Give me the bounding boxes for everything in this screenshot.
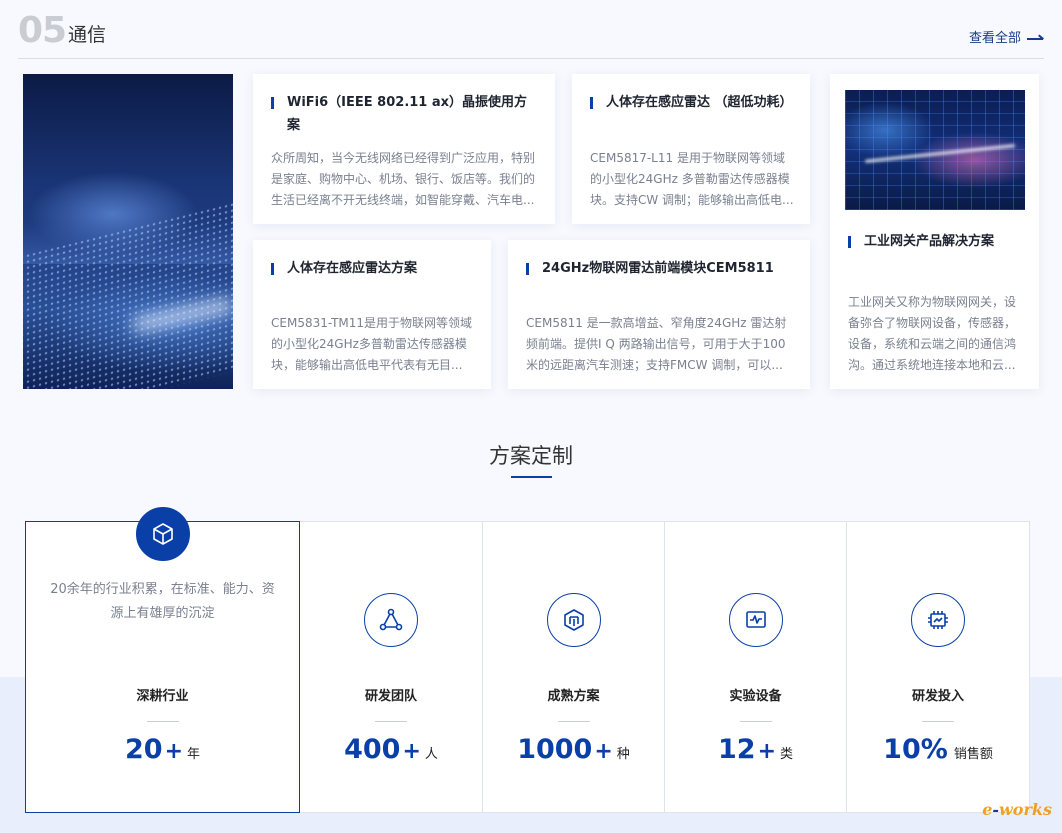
solution-card-wifi6[interactable]: WiFi6（IEEE 802.11 ax）晶振使用方案 众所周知，当今无线网络已…: [253, 74, 555, 224]
card-title: 24GHz物联网雷达前端模块CEM5811: [526, 257, 794, 280]
title-underline: [511, 476, 552, 478]
stat-label: 深耕行业: [136, 689, 189, 704]
communication-hero-image[interactable]: [23, 74, 233, 389]
card-description: CEM5811 是一款高增益、窄角度24GHz 雷达射频前端。提供I Q 两路输…: [526, 316, 787, 372]
layers-icon: [547, 593, 601, 647]
stat-value: 1000+ 种: [517, 734, 630, 765]
stat-value: 400+ 人: [344, 734, 438, 765]
solution-card-presence-radar[interactable]: 人体存在感应雷达方案 CEM5831-TM11是用于物联网等领域的小型化24GH…: [253, 240, 491, 389]
stat-label: 研发团队: [364, 689, 417, 704]
cube-icon: [136, 507, 190, 561]
solution-card-industrial-gateway[interactable]: 工业网关产品解决方案 工业网关又称为物联网网关，设备弥合了物联网设备，传感器，设…: [830, 74, 1039, 389]
card-title: 工业网关产品解决方案: [848, 230, 1023, 253]
eworks-logo: e-works: [982, 800, 1052, 819]
stat-rd-team[interactable]: 研发团队 400+ 人: [300, 522, 483, 812]
stat-label: 成熟方案: [547, 689, 600, 704]
card-description: 众所周知，当今无线网络已经得到广泛应用，特别是家庭、购物中心、机场、银行、饭店等…: [271, 151, 536, 207]
network-icon: [364, 593, 418, 647]
stat-lab-equipment[interactable]: 实验设备 12+ 类: [665, 522, 847, 812]
stat-divider: [740, 721, 772, 722]
stat-divider: [922, 721, 954, 722]
customize-title: 方案定制: [489, 444, 573, 468]
view-all-link[interactable]: 查看全部: [969, 27, 1044, 46]
card-description: CEM5817-L11 是用于物联网等领域的小型化24GHz 多普勒雷达传感器模…: [590, 151, 794, 207]
card-title: WiFi6（IEEE 802.11 ax）晶振使用方案: [271, 91, 539, 137]
card-title: 人体存在感应雷达方案: [271, 257, 475, 280]
solution-card-24ghz-radar[interactable]: 24GHz物联网雷达前端模块CEM5811 CEM5811 是一款高增益、窄角度…: [508, 240, 810, 389]
solution-card-radar-low-power[interactable]: 人体存在感应雷达 （超低功耗） CEM5817-L11 是用于物联网等领域的小型…: [572, 74, 810, 224]
card-description: CEM5831-TM11是用于物联网等领域的小型化24GHz多普勒雷达传感器模块…: [271, 316, 473, 372]
stat-divider: [375, 721, 407, 722]
stat-description: 20余年的行业积累，在标准、能力、资源上有雄厚的沉淀: [50, 582, 275, 621]
section-title: 通信: [68, 24, 107, 46]
section-number: 05: [18, 10, 67, 51]
card-title: 人体存在感应雷达 （超低功耗）: [590, 91, 794, 114]
stats-panel: 20余年的行业积累，在标准、能力、资源上有雄厚的沉淀 深耕行业 20+ 年 研发团…: [25, 507, 1030, 813]
card-description: 工业网关又称为物联网网关，设备弥合了物联网设备，传感器，设备，系统和云端之间的通…: [848, 295, 1017, 372]
stat-value: 20+ 年: [124, 734, 201, 765]
view-all-label: 查看全部: [968, 31, 1021, 46]
chip-icon: [911, 593, 965, 647]
stat-solutions[interactable]: 成熟方案 1000+ 种: [483, 522, 665, 812]
stat-divider: [558, 721, 590, 722]
arrow-right-icon: [1027, 33, 1044, 41]
stat-label: 实验设备: [729, 689, 782, 704]
stat-divider: [147, 721, 179, 722]
stat-value: 12+ 类: [717, 734, 794, 765]
stat-rd-investment[interactable]: 研发投入 10% 销售额: [847, 522, 1029, 812]
section-header: 05 通信 查看全部: [18, 0, 1044, 59]
monitor-wave-icon: [729, 593, 783, 647]
circuit-board-image: [845, 90, 1025, 210]
stat-industry[interactable]: 20余年的行业积累，在标准、能力、资源上有雄厚的沉淀 深耕行业 20+ 年: [25, 507, 300, 813]
stat-label: 研发投入: [911, 689, 964, 704]
stat-value: 10% 销售额: [883, 734, 993, 765]
